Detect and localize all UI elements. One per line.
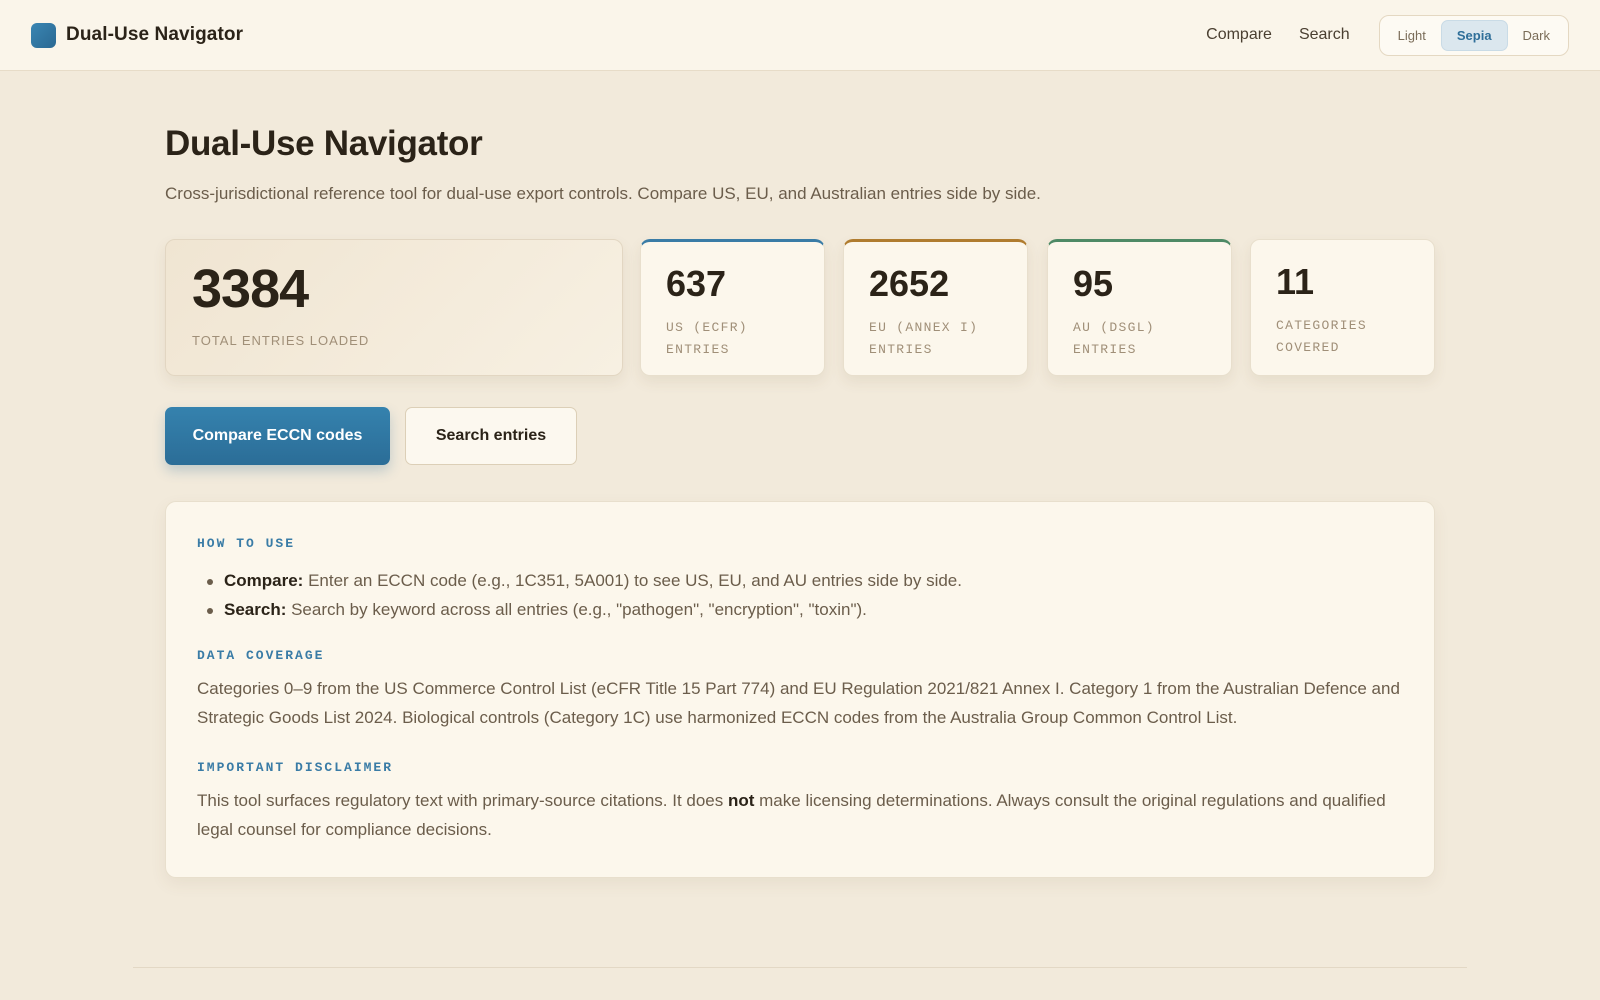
search-term: Search: (224, 600, 287, 619)
compare-eccn-button[interactable]: Compare ECCN codes (165, 407, 390, 465)
stat-us-label-line2: ENTRIES (666, 342, 730, 357)
brand[interactable]: Dual-Use Navigator (31, 22, 244, 48)
stat-us-value: 637 (666, 263, 727, 304)
app-logo-icon (31, 22, 56, 48)
stat-au-value: 95 (1073, 263, 1114, 304)
stat-eu-label-line2: ENTRIES (869, 342, 933, 357)
stat-au-label-line2: ENTRIES (1073, 342, 1137, 357)
stat-categories-label-line2: COVERED (1276, 340, 1340, 355)
theme-sepia-button[interactable]: Sepia (1440, 19, 1508, 51)
main-nav: Compare Search Light Sepia Dark (1206, 14, 1569, 56)
disclaimer-text: This tool surfaces regulatory text with … (197, 786, 1407, 844)
disclaimer-text-start: This tool surfaces regulatory text with … (197, 791, 728, 810)
stat-au-label-line1: AU (DSGL) (1073, 320, 1155, 335)
stat-total-value: 3384 (192, 259, 309, 319)
nav-compare-link[interactable]: Compare (1206, 26, 1272, 44)
stat-categories-label-line1: CATEGORIES (1276, 318, 1368, 333)
compare-description: Enter an ECCN code (e.g., 1C351, 5A001) … (303, 571, 962, 590)
disclaimer-heading: IMPORTANT DISCLAIMER (197, 760, 394, 775)
stat-card-us: 637 US (ECFR) ENTRIES (640, 239, 825, 376)
theme-light-button[interactable]: Light (1383, 20, 1441, 51)
stat-eu-value: 2652 (869, 263, 950, 304)
stat-au-label: AU (DSGL) ENTRIES (1073, 317, 1206, 361)
how-to-use-list: Compare: Enter an ECCN code (e.g., 1C351… (197, 566, 1397, 624)
stat-eu-label-line1: EU (ANNEX I) (869, 320, 979, 335)
nav-search-link[interactable]: Search (1299, 26, 1350, 44)
list-item: Compare: Enter an ECCN code (e.g., 1C351… (197, 566, 1397, 595)
stat-eu-label: EU (ANNEX I) ENTRIES (869, 317, 1002, 361)
stat-categories-value: 11 (1276, 261, 1315, 302)
top-bar: Dual-Use Navigator Compare Search Light … (0, 0, 1600, 71)
list-item: Search: Search by keyword across all ent… (197, 595, 1397, 624)
data-coverage-text: Categories 0–9 from the US Commerce Cont… (197, 679, 1400, 727)
data-coverage-heading: DATA COVERAGE (197, 648, 325, 663)
stat-card-total: 3384 TOTAL ENTRIES LOADED (165, 239, 623, 376)
stat-categories-label: CATEGORIES COVERED (1276, 315, 1409, 359)
theme-dark-button[interactable]: Dark (1508, 20, 1565, 51)
search-entries-button[interactable]: Search entries (405, 407, 577, 465)
stat-card-eu: 2652 EU (ANNEX I) ENTRIES (843, 239, 1028, 376)
theme-switcher: Light Sepia Dark (1378, 14, 1569, 56)
stat-card-au: 95 AU (DSGL) ENTRIES (1047, 239, 1232, 376)
stat-us-label: US (ECFR) ENTRIES (666, 317, 799, 361)
disclaimer-emphasis: not (727, 791, 755, 810)
page-title: Dual-Use Navigator (165, 124, 483, 163)
stats-row: 3384 TOTAL ENTRIES LOADED 637 US (ECFR) … (165, 239, 1435, 376)
page-subtitle: Cross-jurisdictional reference tool for … (165, 184, 1041, 203)
footer-divider (133, 967, 1467, 968)
info-card: HOW TO USE Compare: Enter an ECCN code (… (165, 501, 1435, 878)
compare-term: Compare: (224, 571, 304, 590)
how-to-use-heading: HOW TO USE (197, 536, 296, 551)
brand-name: Dual-Use Navigator (66, 24, 244, 45)
stat-total-label: TOTAL ENTRIES LOADED (192, 333, 370, 348)
stat-card-categories: 11 CATEGORIES COVERED (1250, 239, 1435, 376)
search-description: Search by keyword across all entries (e.… (286, 600, 867, 619)
stat-us-label-line1: US (ECFR) (666, 320, 748, 335)
